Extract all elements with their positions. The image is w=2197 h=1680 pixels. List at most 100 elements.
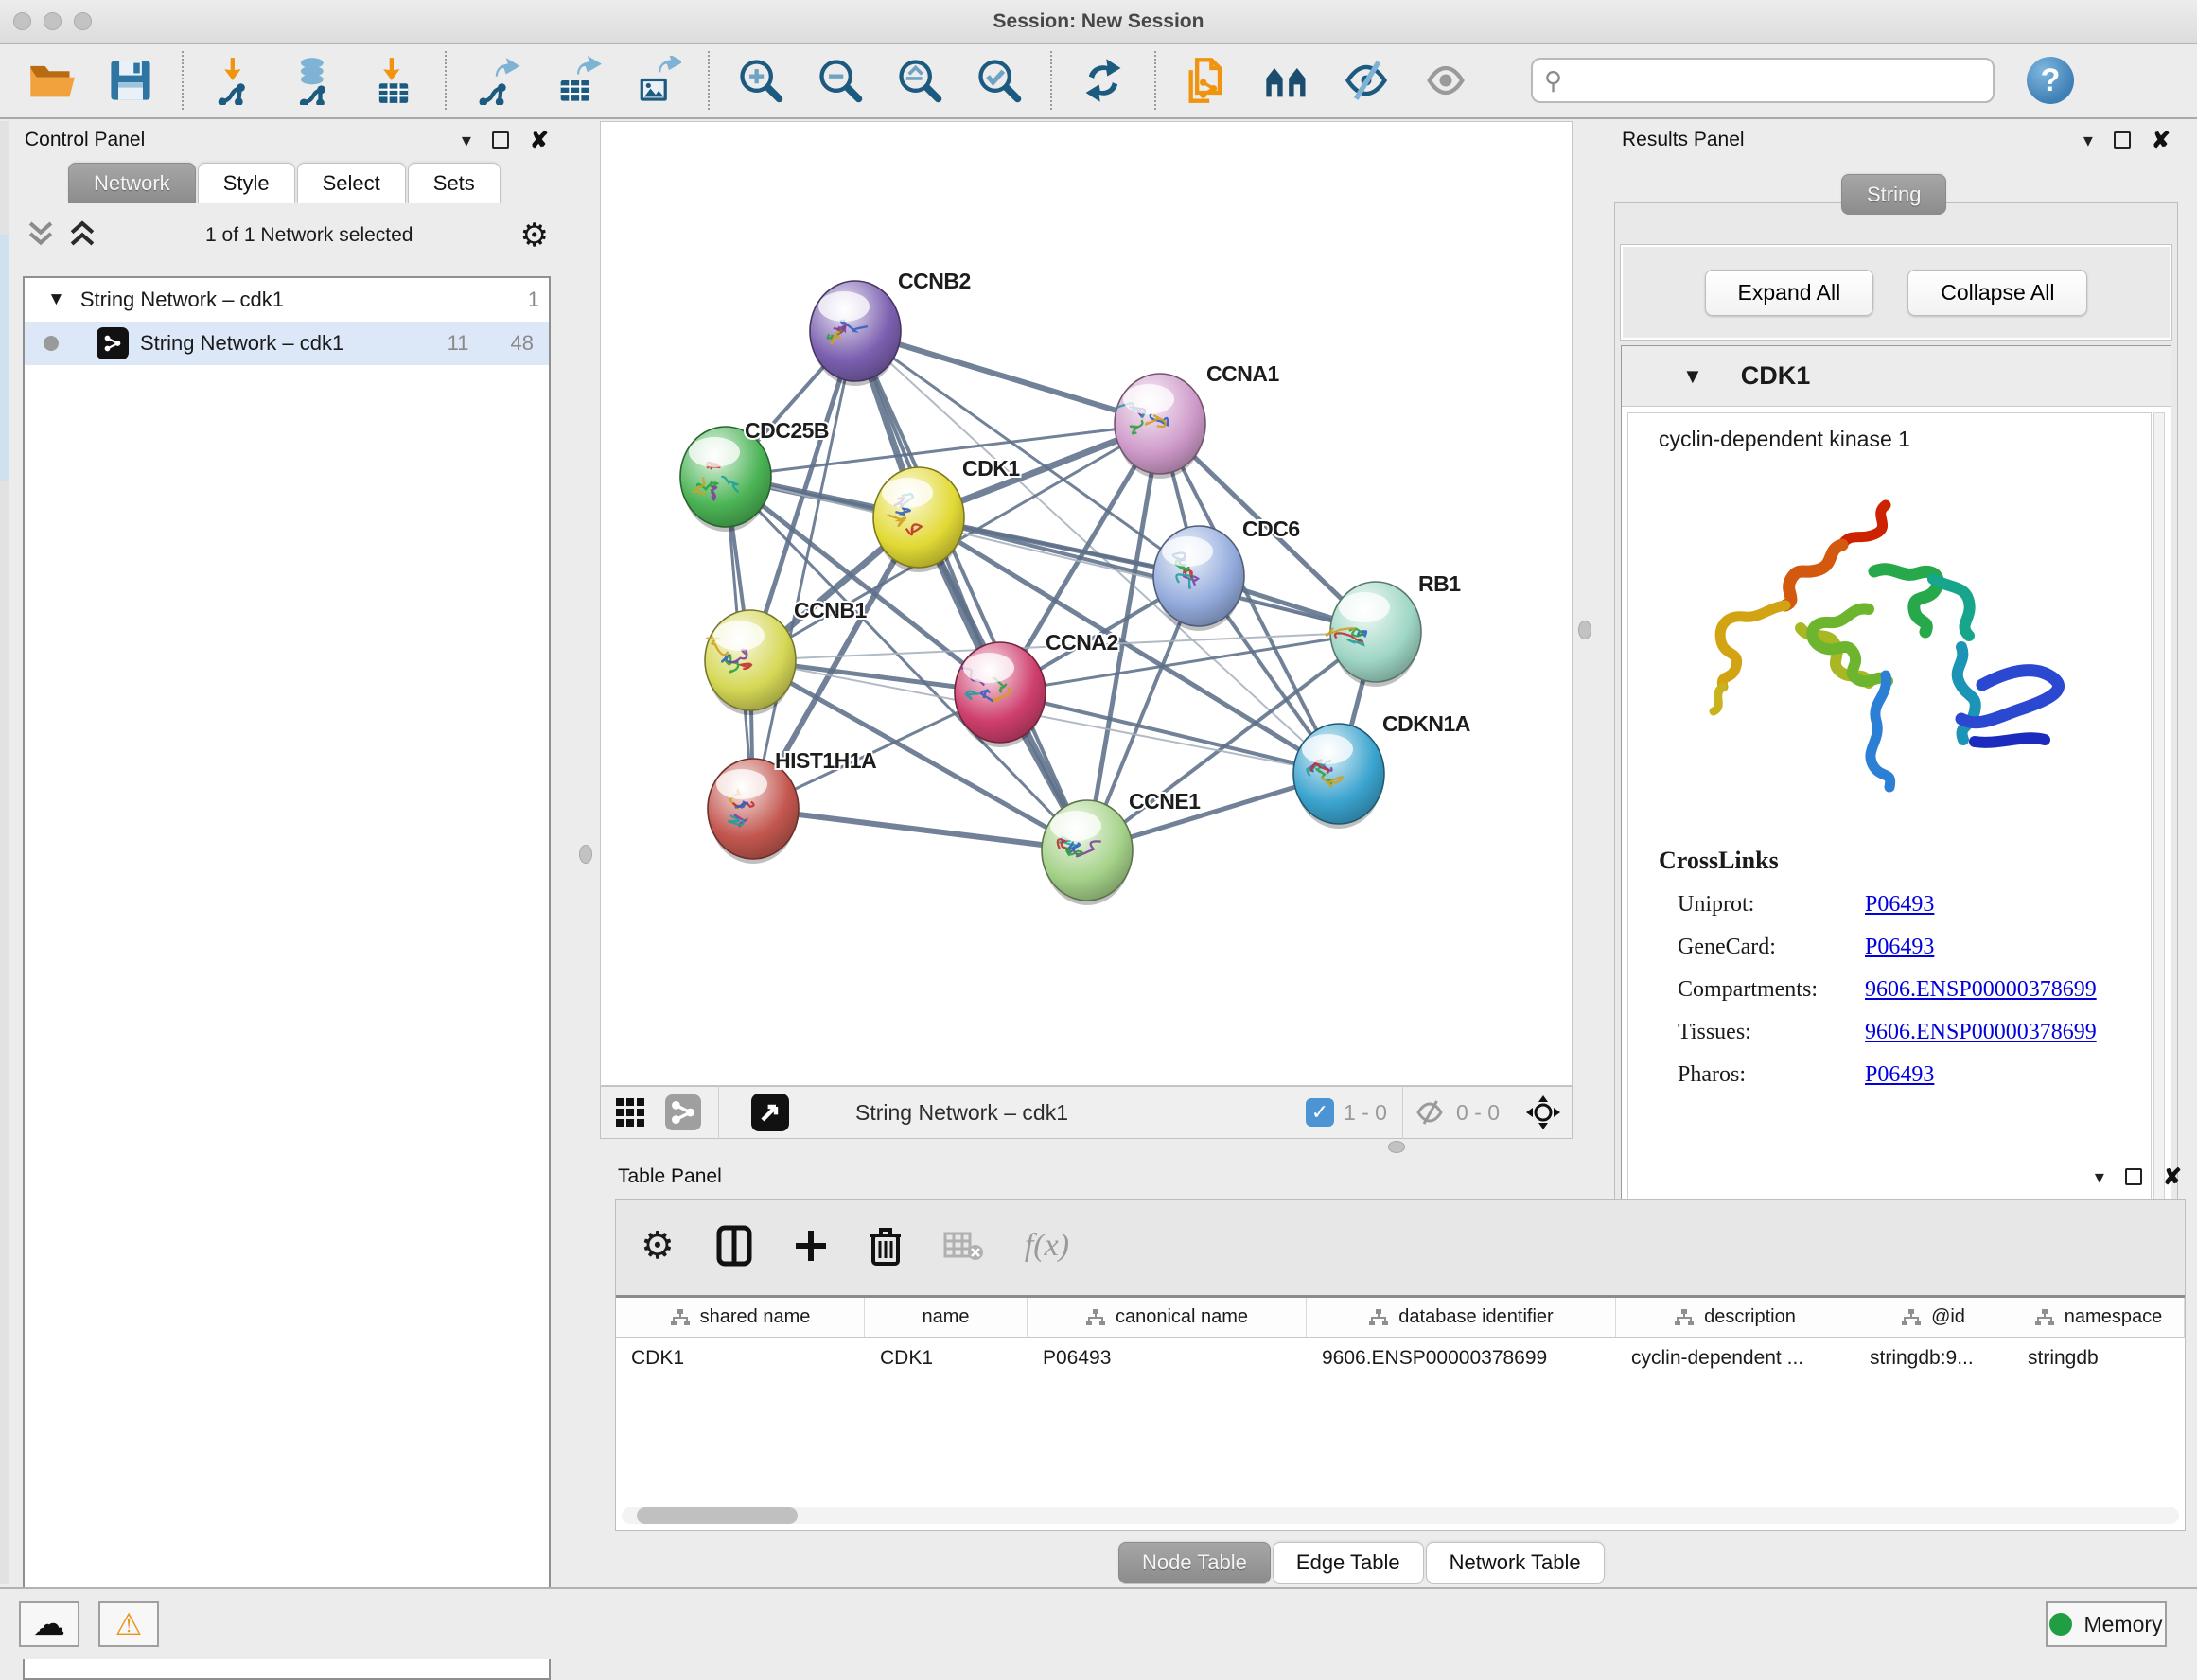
column-header-canonical-name[interactable]: canonical name [1028,1298,1307,1337]
network-node-HIST1H1A[interactable] [708,759,799,864]
save-session-icon[interactable] [104,54,157,107]
column-header--id[interactable]: @id [1854,1298,2012,1337]
hide-selected-icon[interactable] [1340,54,1393,107]
open-session-icon[interactable] [25,54,78,107]
panel-close-icon[interactable]: ✘ [2163,1164,2182,1191]
tab-string[interactable]: String [1841,174,1946,215]
table-cell[interactable]: CDK1 [865,1338,1028,1379]
help-icon[interactable]: ? [2027,57,2074,104]
collapse-all-button[interactable]: Collapse All [1907,270,2087,316]
network-edge[interactable] [855,331,1160,424]
tab-network[interactable]: Network [68,163,196,203]
network-edge[interactable] [855,331,1087,850]
import-table-file-icon[interactable] [367,54,420,107]
network-options-gear-icon[interactable]: ⚙ [520,219,549,252]
gene-section-header[interactable]: ▼ CDK1 [1622,346,2171,407]
table-cell[interactable]: cyclin-dependent ... [1616,1338,1854,1379]
network-node-CCNB1[interactable] [705,610,796,715]
tab-network-table[interactable]: Network Table [1426,1542,1605,1584]
memory-button[interactable]: Memory [2046,1601,2167,1647]
crosslink-label: Tissues: [1659,1020,1865,1045]
cloud-status-button[interactable]: ☁ [19,1601,79,1647]
gene-name: CDK1 [1741,361,1811,391]
show-columns-icon[interactable] [716,1225,752,1267]
column-header-name[interactable]: name [865,1298,1028,1337]
network-node-CCNB2[interactable] [810,281,901,386]
birdseye-view-icon[interactable] [751,1094,789,1131]
table-cell[interactable]: stringdb [2012,1338,2185,1379]
network-edge[interactable] [753,809,1087,850]
zoom-in-icon[interactable] [734,54,787,107]
network-collection-row[interactable]: ▼ String Network – cdk1 1 [25,278,549,322]
network-node-CDKN1A[interactable] [1293,724,1384,829]
horizontal-splitter-handle[interactable] [1388,1141,1405,1153]
column-header-namespace[interactable]: namespace [2012,1298,2185,1337]
network-row[interactable]: String Network – cdk1 11 48 [25,322,549,365]
panel-maximize-icon[interactable] [2125,1168,2142,1185]
crosslink-link[interactable]: 9606.ENSP00000378699 [1865,977,2097,1003]
search-input[interactable] [1570,68,1981,93]
network-node-CDC6[interactable] [1153,526,1244,631]
tab-sets[interactable]: Sets [408,163,501,203]
column-header-database-identifier[interactable]: database identifier [1307,1298,1616,1337]
network-node-CCNE1[interactable] [1042,800,1133,905]
expand-all-networks-icon[interactable] [66,219,98,253]
panel-close-icon[interactable]: ✘ [530,127,549,154]
show-all-icon[interactable] [1419,54,1472,107]
import-network-file-icon[interactable] [208,54,261,107]
selected-checkbox-icon[interactable]: ✓ [1306,1098,1334,1127]
crosslink-link[interactable]: 9606.ENSP00000378699 [1865,1020,2097,1045]
tree-expand-icon[interactable]: ▼ [47,289,65,310]
section-collapse-icon[interactable]: ▼ [1682,364,1703,389]
new-network-from-selection-icon[interactable] [1181,54,1234,107]
panel-maximize-icon[interactable] [2114,131,2131,149]
network-node-CCNA1[interactable] [1115,374,1205,479]
network-edge[interactable] [919,517,1376,632]
table-options-gear-icon[interactable]: ⚙ [641,1224,675,1268]
crosslink-link[interactable]: P06493 [1865,935,1934,960]
grid-view-icon[interactable] [614,1096,646,1129]
zoom-fit-icon[interactable] [893,54,946,107]
panel-float-icon[interactable]: ▾ [2083,129,2093,152]
panel-float-icon[interactable]: ▾ [2095,1165,2104,1189]
export-network-icon[interactable] [471,54,524,107]
zoom-selected-icon[interactable] [973,54,1026,107]
network-edge[interactable] [753,331,855,809]
pan-crosshair-icon[interactable] [1524,1094,1562,1131]
first-neighbors-icon[interactable] [1260,54,1313,107]
warnings-button[interactable]: ⚠ [98,1601,159,1647]
zoom-out-icon[interactable] [814,54,867,107]
tab-select[interactable]: Select [297,163,406,203]
table-horizontal-scrollbar[interactable] [622,1507,2179,1524]
tab-style[interactable]: Style [198,163,295,203]
vertical-splitter-handle[interactable] [1578,621,1591,639]
expand-all-button[interactable]: Expand All [1705,270,1874,316]
table-cell[interactable]: stringdb:9... [1854,1338,2012,1379]
collapse-all-networks-icon[interactable] [25,219,57,253]
network-node-CCNA2[interactable] [955,642,1046,747]
tab-edge-table[interactable]: Edge Table [1273,1542,1424,1584]
create-column-icon[interactable] [794,1229,828,1263]
panel-maximize-icon[interactable] [492,131,509,149]
crosslink-link[interactable]: P06493 [1865,892,1934,918]
network-badge-icon[interactable] [665,1094,701,1130]
export-table-icon[interactable] [551,54,604,107]
table-cell[interactable]: CDK1 [616,1338,865,1379]
export-image-icon[interactable] [630,54,683,107]
network-canvas[interactable]: CCNB2CCNA1CDC25BCDK1CDC6RB1CCNB1CCNA2CDK… [600,121,1573,1086]
table-cell[interactable]: P06493 [1028,1338,1307,1379]
crosslink-link[interactable]: P06493 [1865,1062,1934,1088]
table-cell[interactable]: 9606.ENSP00000378699 [1307,1338,1616,1379]
column-header-description[interactable]: description [1616,1298,1854,1337]
panel-close-icon[interactable]: ✘ [2152,127,2171,154]
tab-node-table[interactable]: Node Table [1118,1542,1271,1584]
panel-float-icon[interactable]: ▾ [462,129,471,152]
import-network-database-icon[interactable] [288,54,341,107]
results-scrollbar[interactable] [2153,412,2165,1216]
table-row[interactable]: CDK1CDK1P064939606.ENSP00000378699cyclin… [616,1338,2185,1379]
vertical-splitter-handle[interactable] [579,845,592,864]
column-header-shared-name[interactable]: shared name [616,1298,865,1337]
delete-column-icon[interactable] [870,1226,902,1266]
network-node-CDK1[interactable] [873,467,964,572]
apply-layout-icon[interactable] [1077,54,1130,107]
